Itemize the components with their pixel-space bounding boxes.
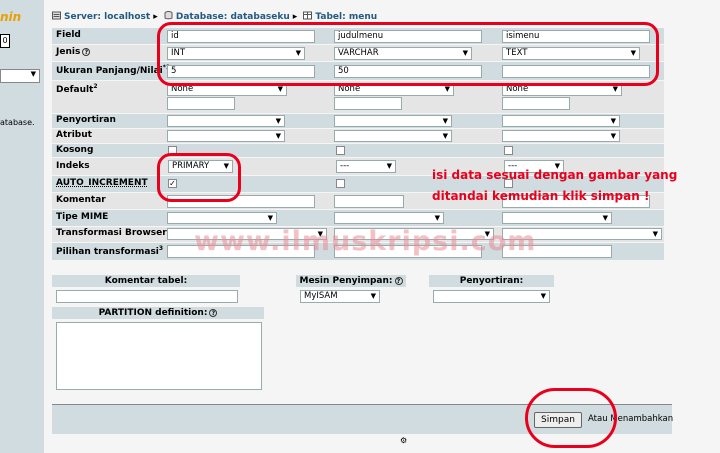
annotation-ring-columns [157, 22, 659, 86]
mime-select-1[interactable]: ▼ [167, 212, 277, 224]
null-checkbox-2[interactable] [336, 146, 345, 155]
table-comment-header: Komentar tabel: [52, 275, 240, 287]
default-value-input-3[interactable] [502, 97, 570, 110]
attribute-select-3[interactable]: ▼ [502, 130, 620, 142]
settings-icon[interactable]: ⚙ [400, 436, 407, 445]
breadcrumb-separator-icon: ▸ [153, 12, 158, 22]
row-null: Kosong [52, 144, 664, 157]
row-mime: Tipe MIME ▼ ▼ ▼ [52, 210, 664, 226]
watermark: www.ilmuskripsi.com [194, 226, 537, 257]
chevron-down-icon: ▼ [386, 162, 392, 170]
attribute-select-2[interactable]: ▼ [334, 130, 452, 142]
database-icon [164, 11, 173, 20]
chevron-down-icon: ▼ [442, 117, 448, 125]
chevron-down-icon: ▼ [370, 292, 376, 300]
sidebar-text: atabase. [0, 118, 35, 127]
chevron-down-icon: ▼ [267, 214, 273, 222]
label-auto-increment: AUTO_INCREMENT [56, 178, 148, 188]
sidebar-query-icon[interactable]: 0 [0, 34, 10, 48]
label-index: Indeks [56, 161, 90, 171]
storage-engine-header: Mesin Penyimpan:? [296, 275, 406, 287]
table-icon [303, 11, 313, 20]
collation-header: Penyortiran: [429, 275, 554, 287]
auto-increment-checkbox-2[interactable] [336, 179, 345, 188]
label-transformation: Transformasi Browser [56, 228, 167, 238]
partition-header: PARTITION definition:? [52, 307, 264, 319]
chevron-down-icon: ▼ [610, 132, 616, 140]
annotation-line-2: ditandai kemudian klik simpan ! [432, 189, 650, 203]
label-type: Jenis? [56, 47, 91, 57]
label-transformation-options: Pilihan transformasi3 [56, 245, 164, 257]
help-icon[interactable]: ? [394, 277, 403, 285]
null-checkbox-3[interactable] [504, 146, 513, 155]
default-value-input-2[interactable] [334, 97, 402, 110]
chevron-down-icon: ▼ [275, 117, 281, 125]
label-null: Kosong [56, 145, 94, 155]
chevron-down-icon: ▼ [30, 70, 36, 78]
mime-select-2[interactable]: ▼ [334, 212, 444, 224]
table-comment-input[interactable] [56, 290, 238, 303]
server-icon [52, 11, 61, 20]
storage-engine-select[interactable]: MyISAM ▼ [300, 290, 380, 303]
attribute-select-1[interactable]: ▼ [167, 130, 285, 142]
label-field: Field [56, 30, 81, 40]
label-mime: Tipe MIME [56, 212, 109, 222]
mime-select-3[interactable]: ▼ [502, 212, 612, 224]
annotation-line-1: isi data sesuai dengan gambar yang [432, 168, 678, 182]
comment-input-2[interactable] [334, 195, 404, 208]
chevron-down-icon: ▼ [540, 292, 546, 300]
chevron-down-icon: ▼ [442, 132, 448, 140]
main-content: Server: localhost ▸ Database: databaseku ▸… [44, 0, 720, 453]
annotation-ring-index [157, 153, 241, 202]
left-sidebar: nin 0 ▼ atabase. [0, 0, 44, 453]
label-default: Default2 [56, 83, 98, 95]
chevron-down-icon: ▼ [652, 230, 658, 238]
chevron-down-icon: ▼ [275, 132, 281, 140]
label-comments: Komentar [56, 195, 106, 205]
partition-textarea[interactable] [56, 322, 262, 390]
label-attributes: Atribut [56, 130, 92, 140]
phpmyadmin-logo: nin [0, 10, 22, 24]
default-value-input-1[interactable] [167, 97, 235, 110]
collation-select-1[interactable]: ▼ [167, 115, 285, 127]
collation-select-3[interactable]: ▼ [502, 115, 620, 127]
breadcrumb-server-link[interactable]: Server: localhost [64, 12, 150, 22]
annotation-ring-save [525, 388, 617, 448]
breadcrumb-table-link[interactable]: Tabel: menu [315, 12, 377, 22]
chevron-down-icon: ▼ [434, 214, 440, 222]
annotation-text: isi data sesuai dengan gambar yang ditan… [432, 165, 677, 207]
chevron-down-icon: ▼ [610, 117, 616, 125]
breadcrumb-database-link[interactable]: Database: databaseku [176, 12, 290, 22]
label-collation: Penyortiran [56, 115, 116, 125]
index-select-2[interactable]: --- ▼ [336, 160, 396, 173]
collation-select-2[interactable]: ▼ [334, 115, 452, 127]
row-collation: Penyortiran ▼ ▼ ▼ [52, 114, 664, 128]
breadcrumb-separator-icon: ▸ [292, 12, 298, 22]
help-icon[interactable]: ? [82, 48, 91, 56]
help-icon[interactable]: ? [209, 309, 218, 317]
sidebar-database-select[interactable]: ▼ [0, 69, 40, 83]
chevron-down-icon: ▼ [602, 214, 608, 222]
row-attributes: Atribut ▼ ▼ ▼ [52, 129, 664, 143]
table-collation-select[interactable]: ▼ [433, 290, 550, 303]
label-length: Ukuran Panjang/Nilai*1 [56, 64, 170, 76]
